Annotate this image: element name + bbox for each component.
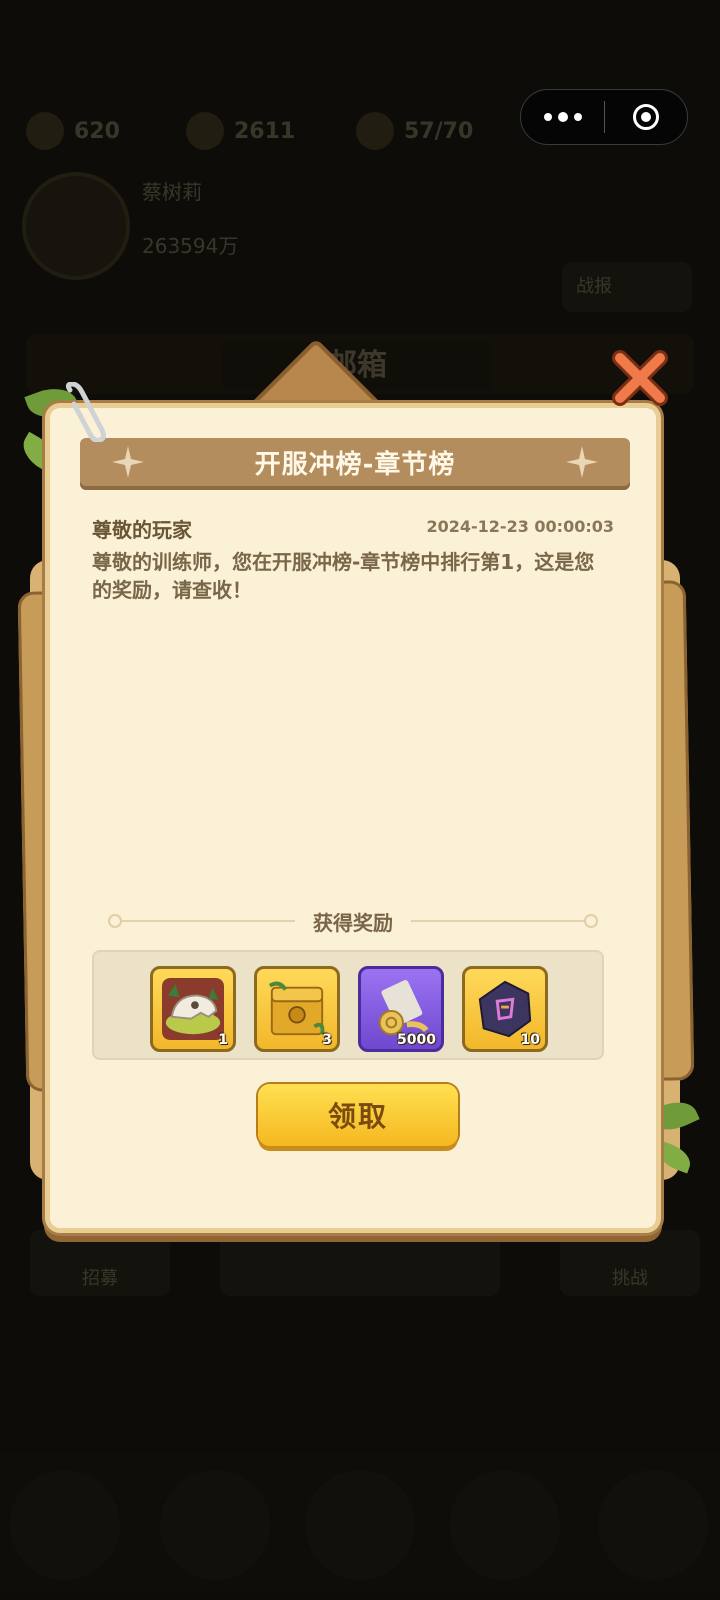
more-dots-icon[interactable] — [521, 90, 604, 144]
claim-button-label: 领取 — [327, 1100, 388, 1133]
bg-button-recruit: 招募 — [30, 1230, 170, 1296]
reward-qty: 10 — [520, 1032, 540, 1048]
mail-title: 开服冲榜-章节榜 — [254, 449, 456, 480]
mail-letter: 开服冲榜-章节榜 尊敬的玩家 2024-12-23 00:00:03 尊敬的训练… — [50, 408, 656, 1228]
treasure-chest-icon — [268, 981, 325, 1036]
player-power: 263594万 — [142, 234, 239, 258]
mail-sender: 尊敬的玩家 — [92, 518, 192, 542]
sparkle-icon — [112, 446, 144, 478]
paper-clip-icon — [65, 382, 107, 442]
reward-qty: 5000 — [397, 1032, 436, 1048]
stat-pokeball: 620 — [26, 112, 120, 150]
ornament-icon — [108, 914, 122, 928]
rune-stone-icon — [478, 980, 532, 1038]
reward-qty: 3 — [322, 1032, 332, 1048]
reward-qty: 1 — [218, 1032, 228, 1048]
stat-energy: 57/70 — [356, 112, 473, 150]
reward-item-scroll[interactable]: 5000 — [358, 966, 444, 1052]
bottom-nav-item — [305, 1470, 415, 1580]
bg-button-middle — [220, 1230, 500, 1296]
divider — [411, 920, 584, 922]
reward-header-label: 获得奖励 — [313, 910, 393, 935]
reward-list: 1 3 5000 10 — [92, 950, 604, 1060]
close-icon[interactable] — [610, 350, 670, 406]
target-close-icon[interactable] — [605, 90, 687, 144]
bottom-nav-item — [598, 1470, 708, 1580]
dinosaur-skull-icon — [162, 978, 224, 1040]
player-name: 蔡树莉 — [142, 180, 202, 204]
bottom-nav-item — [450, 1470, 560, 1580]
bottom-nav-item — [10, 1470, 120, 1580]
mail-body: 尊敬的训练师，您在开服冲榜-章节榜中排行第1，这是您的奖励，请查收！ — [92, 550, 595, 602]
claim-button[interactable]: 领取 — [258, 1084, 458, 1146]
reward-item-chest[interactable]: 3 — [254, 966, 340, 1052]
stat-coin: 2611 — [186, 112, 295, 150]
stat-value: 620 — [74, 118, 120, 144]
avatar — [22, 172, 130, 280]
divider — [122, 920, 295, 922]
reward-item-skull[interactable]: 1 — [150, 966, 236, 1052]
side-button: 战报 — [562, 262, 692, 312]
ornament-icon — [584, 914, 598, 928]
reward-header: 获得奖励 — [108, 906, 598, 936]
reward-item-rune[interactable]: 10 — [462, 966, 548, 1052]
mail-date: 2024-12-23 00:00:03 — [426, 517, 614, 536]
bg-button-challenge: 挑战 — [560, 1230, 700, 1296]
sparkle-icon — [566, 446, 598, 478]
background-button-row: 招募 挑战 — [0, 1230, 720, 1300]
coin-icon — [186, 112, 224, 150]
stat-value: 57/70 — [404, 118, 474, 144]
bottom-nav-item — [160, 1470, 270, 1580]
miniprogram-capsule — [520, 89, 688, 145]
energy-icon — [356, 112, 394, 150]
pokeball-icon — [26, 112, 64, 150]
scroll-icon — [378, 980, 429, 1036]
mail-title-banner: 开服冲榜-章节榜 — [80, 438, 630, 486]
stat-value: 2611 — [234, 118, 296, 144]
